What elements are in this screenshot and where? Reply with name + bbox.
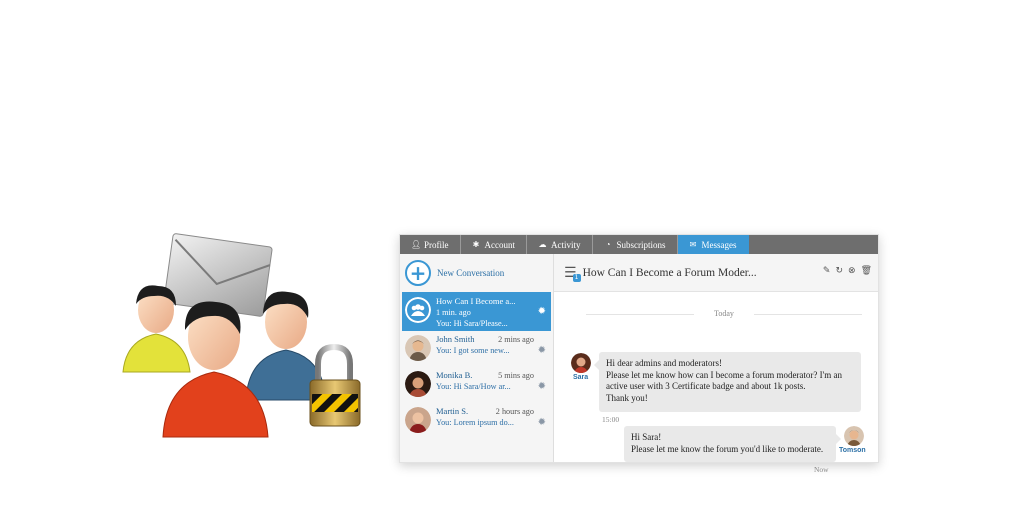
tab-messages[interactable]: ✉ Messages: [677, 235, 749, 254]
message-line: Hi Sara!: [631, 432, 662, 442]
gear-icon[interactable]: ✹: [538, 381, 546, 392]
tab-label: Profile: [424, 239, 449, 250]
conversation-time: 2 mins ago: [498, 335, 534, 344]
message-bubble: Hi Sara! Please let me know the forum yo…: [624, 426, 841, 462]
message-line: active user with 3 Certificate badge and…: [606, 381, 806, 391]
thread-title: How Can I Become a Forum Moder...: [582, 266, 757, 279]
profile-tabs: 👤︎ Profile ✱ Account ☁ Activity ◔ Subscr…: [400, 235, 878, 254]
conversation-name: John Smith: [436, 334, 475, 344]
tab-label: Messages: [701, 239, 737, 250]
gear-icon: ✱: [472, 240, 480, 249]
group-avatar: [405, 297, 431, 323]
conversation-item[interactable]: Monika B. 5 mins ago You: Hi Sara/How ar…: [402, 367, 551, 403]
tab-label: Subscriptions: [616, 239, 666, 250]
conversation-item[interactable]: Martin S. 2 hours ago You: Lorem ipsum d…: [402, 403, 551, 439]
plus-icon: +: [405, 260, 431, 286]
tab-activity[interactable]: ☁ Activity: [527, 235, 593, 254]
gear-icon[interactable]: ✹: [538, 306, 546, 317]
message-author: Sara: [573, 374, 589, 381]
avatar: [405, 371, 431, 397]
messages-widget: 👤︎ Profile ✱ Account ☁ Activity ◔ Subscr…: [399, 234, 879, 474]
conversation-preview: You: Hi Sara/How ar...: [436, 382, 511, 391]
conversation-item[interactable]: How Can I Become a... 1 min. ago You: Hi…: [402, 292, 551, 331]
new-conversation-button[interactable]: + New Conversation: [400, 254, 553, 292]
conversation-list: + New Conversation How Can I Become a...…: [400, 254, 554, 462]
thread-header: ☰ 1 How Can I Become a Forum Moder... ✎ ↻…: [554, 254, 878, 292]
message-line: Hi dear admins and moderators!: [606, 358, 722, 368]
conversation-title: How Can I Become a...: [436, 296, 516, 306]
message-time: 15:00: [602, 415, 620, 424]
message-line: Please let me know the forum you'd like …: [631, 443, 824, 454]
conversation-time: 1 min. ago: [436, 308, 471, 317]
message-line: Thank you!: [606, 392, 648, 403]
unread-badge: 1: [572, 273, 581, 282]
day-separator: Today: [586, 309, 862, 318]
envelope-icon: ✉: [689, 240, 697, 249]
conversation-name: Monika B.: [436, 370, 473, 380]
user-icon: 👤︎: [411, 240, 422, 249]
conversation-time: 5 mins ago: [498, 371, 534, 380]
conversation-preview: You: Hi Sara/Please...: [436, 319, 508, 328]
message-author: Tomson: [839, 447, 866, 454]
conversation-name: Martin S.: [436, 406, 469, 416]
message-line: Please let me know how can I become a fo…: [606, 369, 843, 380]
avatar: [405, 407, 431, 433]
avatar: [571, 353, 591, 373]
padlock-icon: [309, 343, 361, 427]
conversation-time: 2 hours ago: [495, 407, 534, 416]
message-thread: ☰ 1 How Can I Become a Forum Moder... ✎ ↻…: [554, 254, 878, 474]
gear-icon[interactable]: ✹: [538, 417, 546, 428]
message-time: Now: [814, 465, 829, 474]
avatar: [844, 426, 864, 446]
tab-profile[interactable]: 👤︎ Profile: [400, 235, 461, 254]
conversation-preview: You: I got some new...: [436, 346, 510, 355]
message-bubble: Hi dear admins and moderators! Please le…: [594, 352, 861, 412]
pencil-icon[interactable]: ✎: [823, 266, 831, 276]
thread-actions: ✎ ↻ ⊗ 🗑︎: [823, 266, 872, 276]
rss-icon: ◔: [605, 240, 611, 249]
chat-icon: ☁: [538, 240, 547, 249]
close-circle-icon[interactable]: ⊗: [848, 266, 856, 276]
conversation-preview: You: Lorem ipsum do...: [436, 418, 514, 427]
trash-icon[interactable]: 🗑︎: [861, 266, 872, 276]
tab-subscriptions[interactable]: ◔ Subscriptions: [593, 235, 678, 254]
tab-label: Account: [484, 239, 516, 250]
conversation-item[interactable]: John Smith 2 mins ago You: I got some ne…: [402, 331, 551, 367]
new-conversation-label: New Conversation: [437, 268, 505, 278]
list-icon: ☰ 1: [564, 265, 581, 282]
refresh-icon[interactable]: ↻: [835, 266, 843, 276]
gear-icon[interactable]: ✹: [538, 345, 546, 356]
tab-label: Activity: [551, 239, 581, 250]
tab-account[interactable]: ✱ Account: [461, 235, 527, 254]
avatar: [405, 335, 431, 361]
users-mail-lock-illustration: [118, 232, 373, 447]
